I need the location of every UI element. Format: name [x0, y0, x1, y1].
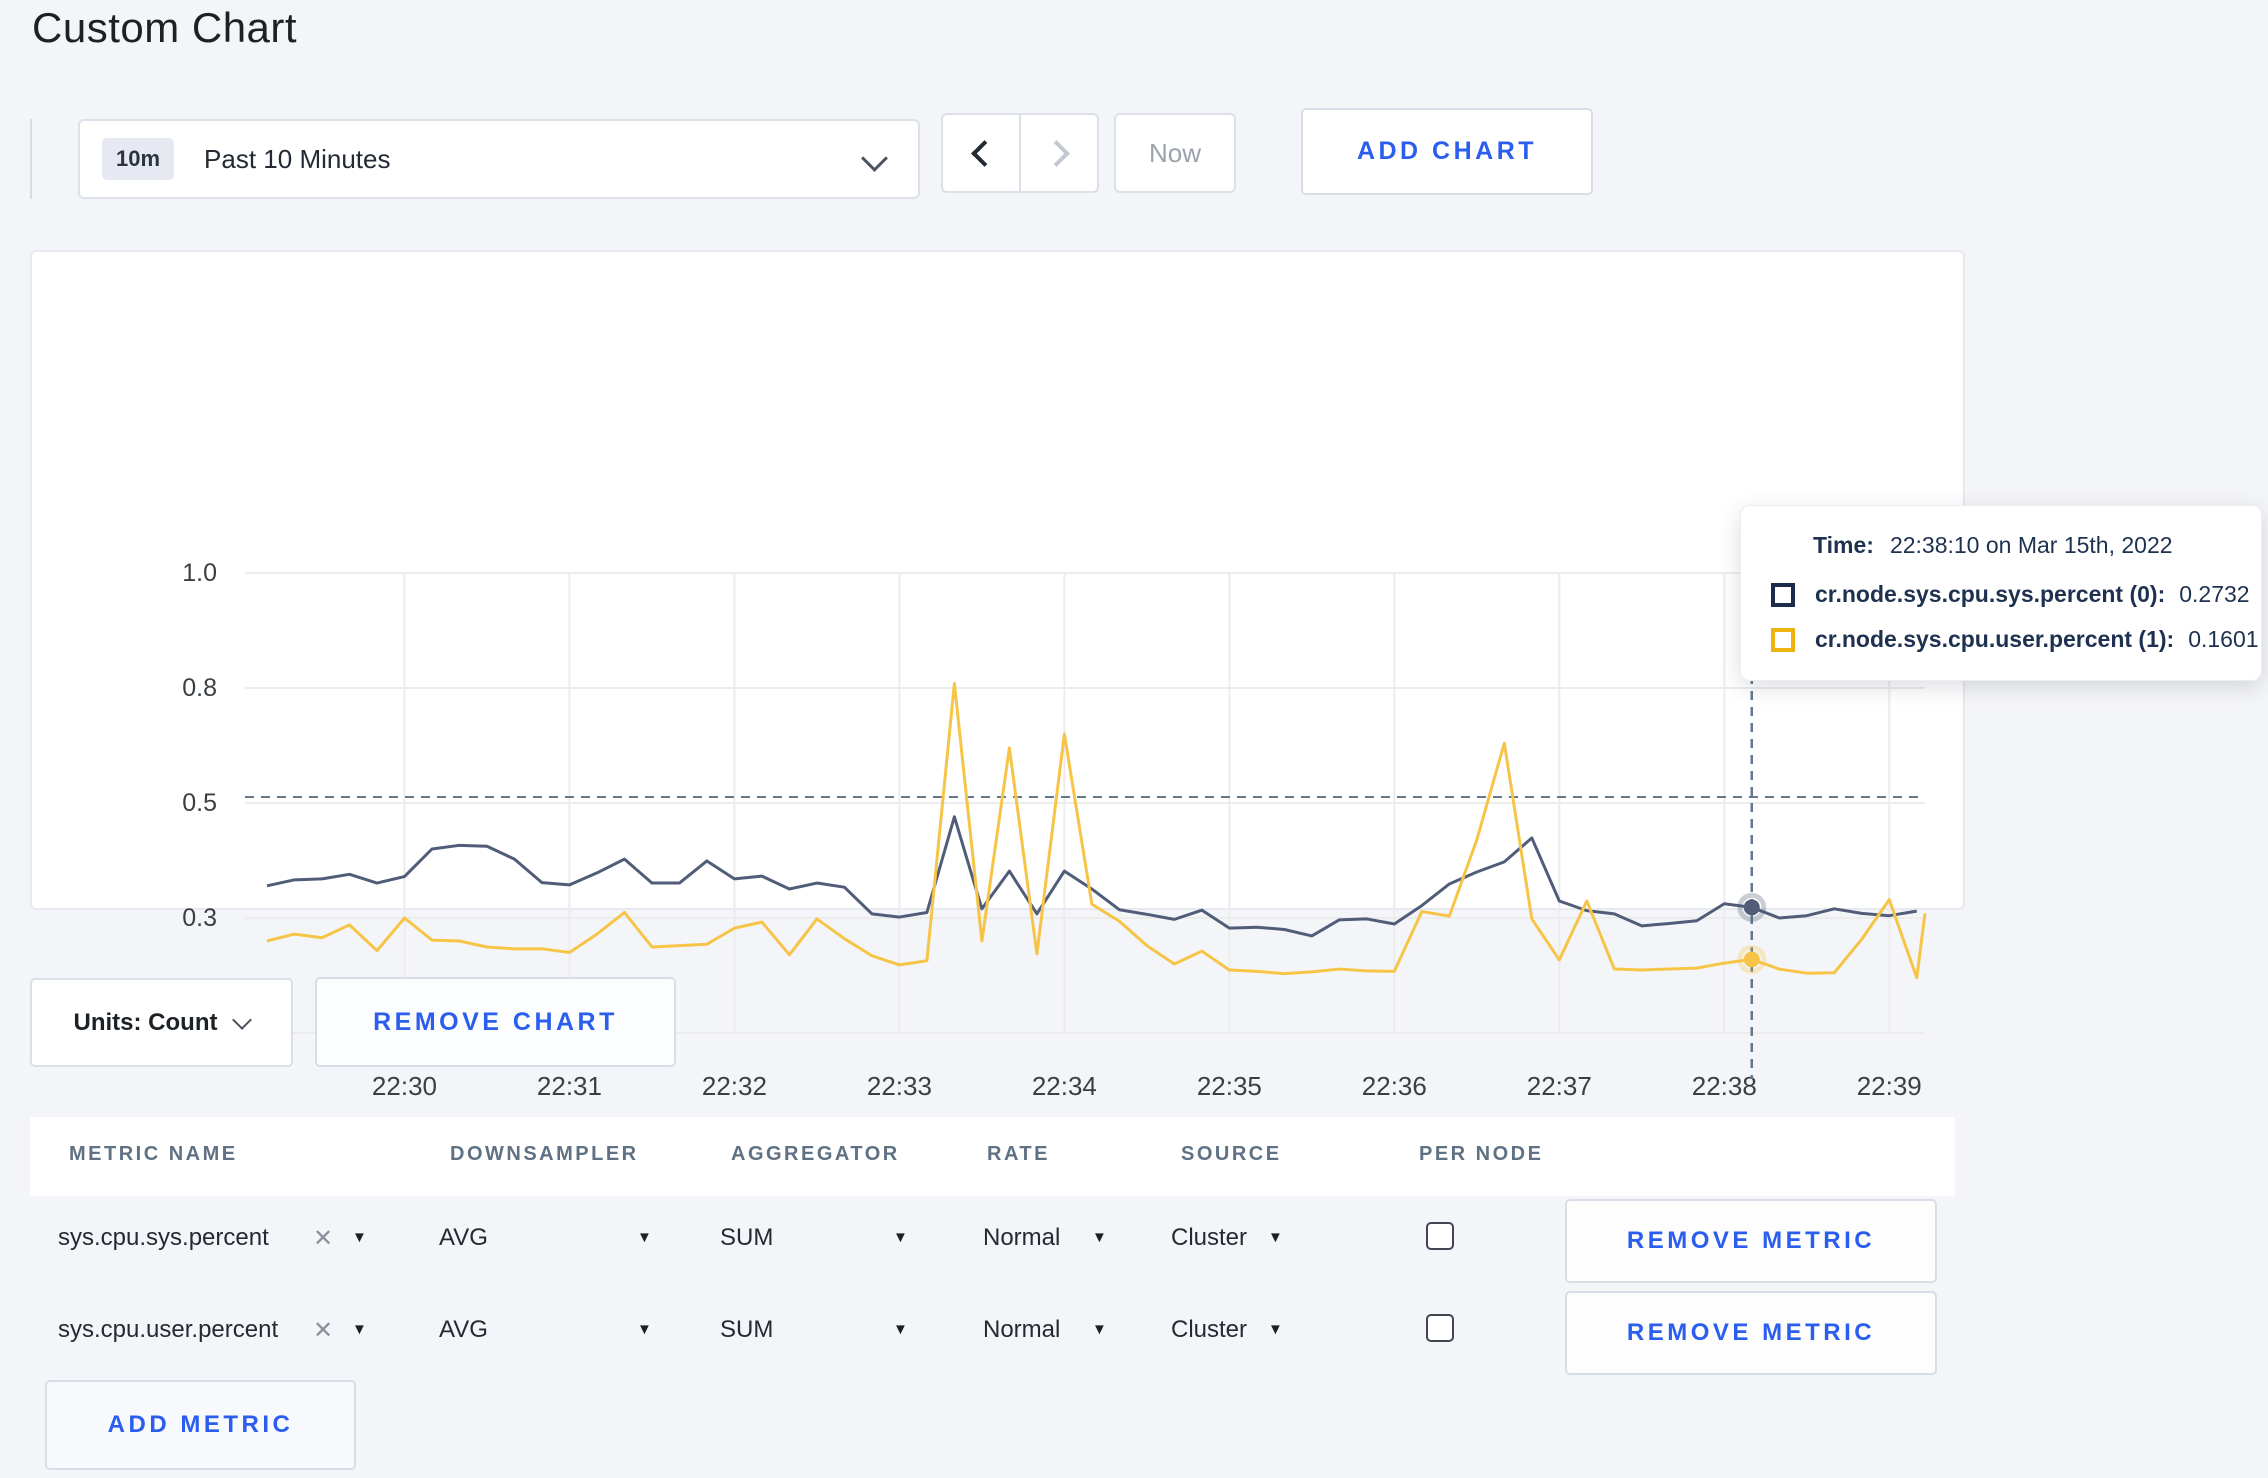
x-tick-label: 22:31 — [537, 1071, 602, 1101]
hover-dot — [1743, 951, 1760, 968]
tooltip-series-value: 0.1601 — [2188, 626, 2259, 652]
remove-metric-button[interactable]: REMOVE METRIC — [1565, 1199, 1937, 1283]
aggregator-caret-icon[interactable]: ▼ — [893, 1229, 908, 1246]
prev-time-button[interactable] — [943, 115, 1019, 191]
chart-panel[interactable]: 0.00.30.50.81.022:3022:3122:3222:3322:34… — [30, 250, 1965, 1101]
units-label: Units: Count — [73, 1008, 218, 1036]
aggregator-select[interactable]: SUM — [720, 1224, 773, 1252]
y-tick-label: 1.0 — [182, 559, 217, 587]
y-tick-label: 0.3 — [182, 904, 217, 932]
tooltip-series-label: cr.node.sys.cpu.user.percent (1): — [1815, 626, 2175, 652]
downsampler-caret-icon[interactable]: ▼ — [637, 1229, 652, 1246]
chevron-down-icon — [232, 1009, 253, 1030]
y-tick-label: 0.5 — [182, 789, 217, 817]
page-title: Custom Chart — [32, 4, 298, 51]
downsampler-caret-icon[interactable]: ▼ — [637, 1321, 652, 1338]
col-header-rate: RATE — [987, 1143, 1050, 1165]
metric-name-value[interactable]: sys.cpu.sys.percent — [58, 1224, 269, 1252]
metric-row: sys.cpu.sys.percent ✕ ▼ AVG ▼ SUM ▼ Norm… — [30, 1196, 1965, 1288]
aggregator-select[interactable]: SUM — [720, 1316, 773, 1344]
series-line — [266, 681, 1927, 980]
x-tick-label: 22:35 — [1197, 1071, 1262, 1101]
custom-chart-page: Custom Chart 10m Past 10 Minutes Now ADD… — [0, 0, 2268, 1478]
units-select[interactable]: Units: Count — [30, 978, 293, 1067]
rate-select[interactable]: Normal — [983, 1224, 1060, 1252]
time-nav-group — [941, 113, 1099, 193]
time-range-badge: 10m — [102, 138, 175, 180]
source-select[interactable]: Cluster — [1171, 1316, 1247, 1344]
per-node-checkbox[interactable] — [1426, 1314, 1454, 1342]
chart-tooltip: Time: 22:38:10 on Mar 15th, 2022 cr.node.… — [1740, 505, 2262, 681]
clear-metric-icon[interactable]: ✕ — [313, 1316, 333, 1345]
per-node-checkbox[interactable] — [1426, 1222, 1454, 1250]
clear-metric-icon[interactable]: ✕ — [313, 1224, 333, 1253]
metrics-table-header: METRIC NAME DOWNSAMPLER AGGREGATOR RATE … — [30, 1117, 1955, 1196]
tooltip-time-label: Time: — [1813, 532, 1874, 558]
tooltip-time-value: 22:38:10 on Mar 15th, 2022 — [1889, 532, 2173, 558]
source-select[interactable]: Cluster — [1171, 1224, 1247, 1252]
source-caret-icon[interactable]: ▼ — [1268, 1321, 1283, 1338]
x-tick-label: 22:37 — [1527, 1071, 1592, 1101]
time-range-label: Past 10 Minutes — [204, 143, 391, 174]
x-tick-label: 22:30 — [372, 1071, 437, 1101]
toolbar-divider — [30, 119, 32, 199]
add-metric-button[interactable]: ADD METRIC — [45, 1380, 356, 1470]
col-header-aggregator: AGGREGATOR — [731, 1143, 900, 1165]
col-header-metric-name: METRIC NAME — [69, 1143, 238, 1165]
metric-name-value[interactable]: sys.cpu.user.percent — [58, 1316, 278, 1344]
chevron-right-icon — [1042, 139, 1070, 167]
remove-chart-button[interactable]: REMOVE CHART — [315, 977, 676, 1067]
tooltip-series-value: 0.2732 — [2179, 581, 2250, 607]
now-button[interactable]: Now — [1114, 113, 1236, 193]
x-tick-label: 22:38 — [1692, 1071, 1757, 1101]
chevron-down-icon — [861, 145, 888, 172]
hover-dot — [1743, 899, 1760, 916]
col-header-downsampler: DOWNSAMPLER — [450, 1143, 639, 1165]
remove-metric-button[interactable]: REMOVE METRIC — [1565, 1291, 1937, 1375]
source-caret-icon[interactable]: ▼ — [1268, 1229, 1283, 1246]
downsampler-select[interactable]: AVG — [439, 1316, 488, 1344]
downsampler-select[interactable]: AVG — [439, 1224, 488, 1252]
aggregator-caret-icon[interactable]: ▼ — [893, 1321, 908, 1338]
rate-caret-icon[interactable]: ▼ — [1092, 1321, 1107, 1338]
x-tick-label: 22:34 — [1032, 1071, 1097, 1101]
chevron-left-icon — [970, 139, 998, 167]
rate-caret-icon[interactable]: ▼ — [1092, 1229, 1107, 1246]
metric-name-caret-icon[interactable]: ▼ — [352, 1321, 367, 1338]
col-header-per-node: PER NODE — [1419, 1143, 1544, 1165]
col-header-source: SOURCE — [1181, 1143, 1282, 1165]
x-tick-label: 22:33 — [867, 1071, 932, 1101]
metric-name-caret-icon[interactable]: ▼ — [352, 1229, 367, 1246]
x-tick-label: 22:36 — [1362, 1071, 1427, 1101]
next-time-button[interactable] — [1019, 115, 1097, 191]
series-swatch-icon — [1771, 627, 1795, 652]
tooltip-series-row: cr.node.sys.cpu.user.percent (1): 0.1601 — [1771, 626, 2261, 653]
tooltip-time-row: Time: 22:38:10 on Mar 15th, 2022 — [1813, 532, 2261, 559]
series-swatch-icon — [1771, 582, 1795, 607]
metric-row: sys.cpu.user.percent ✕ ▼ AVG ▼ SUM ▼ Nor… — [30, 1288, 1965, 1380]
tooltip-series-row: cr.node.sys.cpu.sys.percent (0): 0.2732 — [1771, 581, 2261, 608]
x-tick-label: 22:32 — [702, 1071, 767, 1101]
y-tick-label: 0.8 — [182, 674, 217, 702]
tooltip-series-label: cr.node.sys.cpu.sys.percent (0): — [1815, 581, 2166, 607]
x-tick-label: 22:39 — [1857, 1071, 1922, 1101]
add-chart-button[interactable]: ADD CHART — [1301, 108, 1593, 195]
time-range-select[interactable]: 10m Past 10 Minutes — [78, 119, 920, 199]
rate-select[interactable]: Normal — [983, 1316, 1060, 1344]
